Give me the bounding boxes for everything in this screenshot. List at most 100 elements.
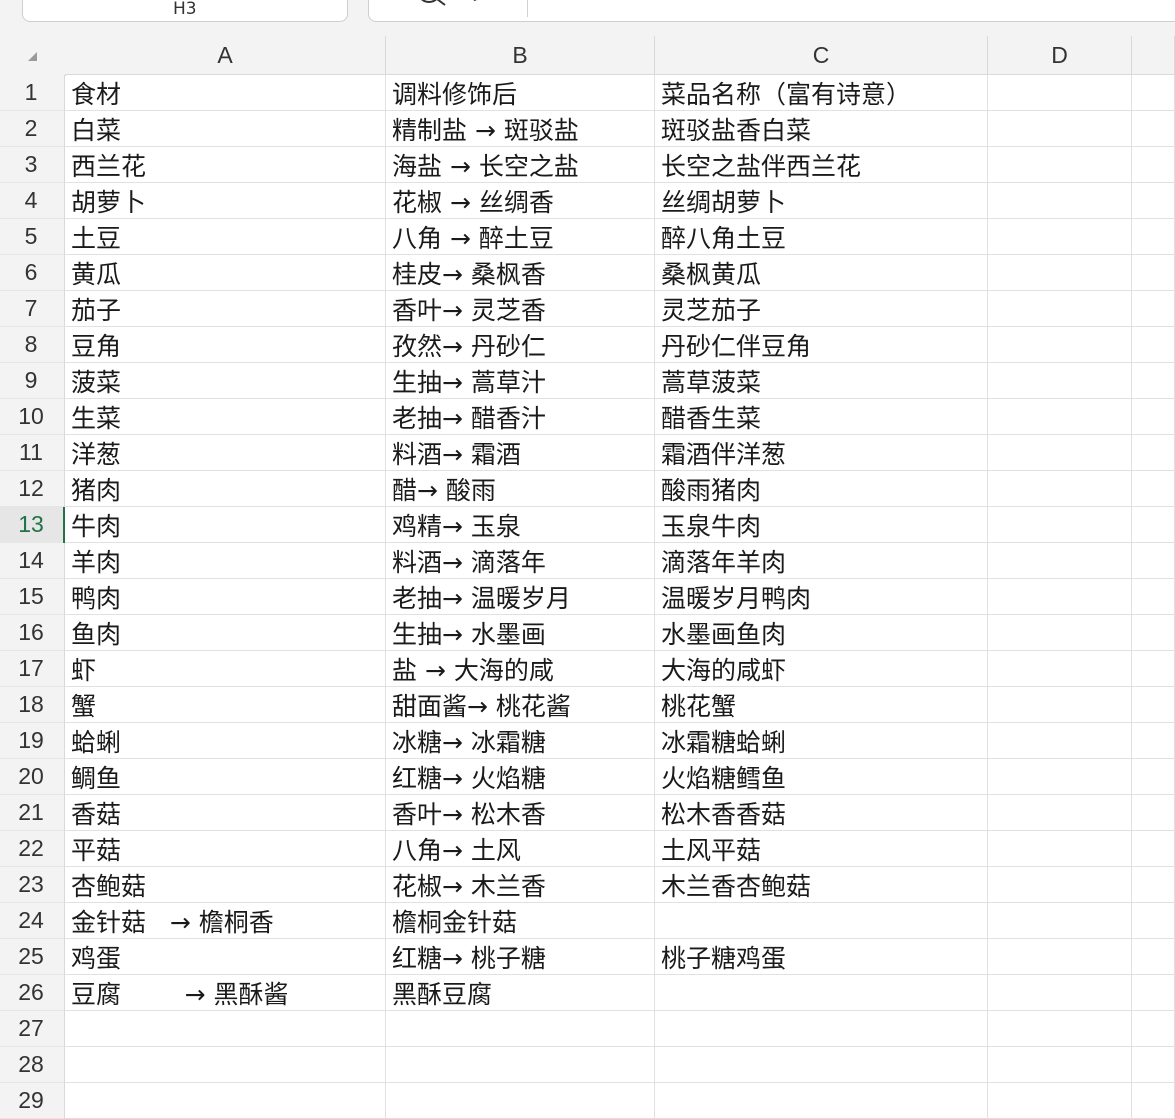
column-header-next[interactable]	[1132, 36, 1175, 75]
cell[interactable]: 豆腐 → 黑酥酱	[65, 975, 386, 1011]
cell[interactable]	[988, 111, 1132, 147]
cell[interactable]	[1132, 543, 1175, 579]
row-header[interactable]: 15	[0, 579, 65, 615]
cell[interactable]	[1132, 1083, 1175, 1119]
cell[interactable]: 老抽→ 温暖岁月	[386, 579, 655, 615]
cell[interactable]	[988, 471, 1132, 507]
cell[interactable]	[65, 1083, 386, 1119]
row-header[interactable]: 27	[0, 1011, 65, 1047]
cell[interactable]	[1132, 111, 1175, 147]
cell[interactable]	[988, 1047, 1132, 1083]
cell[interactable]: 霜酒伴洋葱	[655, 435, 988, 471]
row-header[interactable]: 17	[0, 651, 65, 687]
cell[interactable]: 香叶→ 灵芝香	[386, 291, 655, 327]
column-header-b[interactable]: B	[386, 36, 655, 75]
cell[interactable]	[988, 219, 1132, 255]
row-header[interactable]: 25	[0, 939, 65, 975]
cell[interactable]: 生抽→ 蒿草汁	[386, 363, 655, 399]
cell[interactable]: 长空之盐伴西兰花	[655, 147, 988, 183]
cell[interactable]	[1132, 399, 1175, 435]
cell[interactable]	[1132, 219, 1175, 255]
formula-bar[interactable]: fx	[368, 0, 1175, 22]
cell[interactable]: 金针菇 → 檐桐香	[65, 903, 386, 939]
cell[interactable]	[1132, 327, 1175, 363]
cell[interactable]: 黄瓜	[65, 255, 386, 291]
cell[interactable]	[1132, 831, 1175, 867]
cell[interactable]: 桂皮→ 桑枫香	[386, 255, 655, 291]
cell[interactable]	[988, 363, 1132, 399]
cell[interactable]	[988, 975, 1132, 1011]
cell[interactable]: 红糖→ 桃子糖	[386, 939, 655, 975]
cell[interactable]	[988, 255, 1132, 291]
cell[interactable]: 黑酥豆腐	[386, 975, 655, 1011]
cell[interactable]	[988, 939, 1132, 975]
row-header[interactable]: 29	[0, 1083, 65, 1119]
cell[interactable]: 料酒→ 滴落年	[386, 543, 655, 579]
cell[interactable]: 醋→ 酸雨	[386, 471, 655, 507]
cell[interactable]: 桑枫黄瓜	[655, 255, 988, 291]
cell[interactable]: 大海的咸虾	[655, 651, 988, 687]
name-box[interactable]: H3	[22, 0, 348, 22]
cell[interactable]	[1132, 723, 1175, 759]
cell[interactable]	[988, 183, 1132, 219]
cell[interactable]	[386, 1011, 655, 1047]
cell[interactable]	[1132, 147, 1175, 183]
cell[interactable]	[988, 507, 1132, 543]
cell[interactable]	[988, 831, 1132, 867]
cell[interactable]	[1132, 867, 1175, 903]
cell[interactable]: 洋葱	[65, 435, 386, 471]
row-header[interactable]: 26	[0, 975, 65, 1011]
cell[interactable]: 蟹	[65, 687, 386, 723]
row-header[interactable]: 16	[0, 615, 65, 651]
cell[interactable]: 温暖岁月鸭肉	[655, 579, 988, 615]
cell[interactable]	[655, 1083, 988, 1119]
cell[interactable]: 红糖→ 火焰糖	[386, 759, 655, 795]
cell[interactable]	[655, 1047, 988, 1083]
cell[interactable]: 花椒→ 木兰香	[386, 867, 655, 903]
cell[interactable]: 八角 → 醉土豆	[386, 219, 655, 255]
cell[interactable]	[655, 975, 988, 1011]
cell[interactable]: 冰霜糖蛤蜊	[655, 723, 988, 759]
cell[interactable]: 酸雨猪肉	[655, 471, 988, 507]
cell[interactable]	[1132, 1011, 1175, 1047]
cell[interactable]	[988, 291, 1132, 327]
cell[interactable]: 牛肉	[65, 507, 386, 543]
cell[interactable]	[386, 1083, 655, 1119]
cell[interactable]	[988, 435, 1132, 471]
cell[interactable]: 食材	[65, 75, 386, 111]
cell[interactable]	[988, 615, 1132, 651]
cell[interactable]: 滴落年羊肉	[655, 543, 988, 579]
cell[interactable]: 土豆	[65, 219, 386, 255]
row-header[interactable]: 28	[0, 1047, 65, 1083]
cell[interactable]: 料酒→ 霜酒	[386, 435, 655, 471]
cell[interactable]: 醉八角土豆	[655, 219, 988, 255]
cell[interactable]: 蛤蜊	[65, 723, 386, 759]
cell[interactable]	[1132, 579, 1175, 615]
cell[interactable]: 虾	[65, 651, 386, 687]
cell[interactable]	[988, 75, 1132, 111]
cell[interactable]: 杏鲍菇	[65, 867, 386, 903]
row-header[interactable]: 13	[0, 507, 65, 543]
cell[interactable]	[988, 723, 1132, 759]
row-header[interactable]: 5	[0, 219, 65, 255]
cell[interactable]: 鸡精→ 玉泉	[386, 507, 655, 543]
row-header[interactable]: 14	[0, 543, 65, 579]
cell[interactable]: 菜品名称（富有诗意）	[655, 75, 988, 111]
cell[interactable]	[1132, 759, 1175, 795]
cell[interactable]	[988, 399, 1132, 435]
cell[interactable]: 茄子	[65, 291, 386, 327]
cell[interactable]: 盐 → 大海的咸	[386, 651, 655, 687]
column-header-d[interactable]: D	[988, 36, 1132, 75]
cell[interactable]	[988, 903, 1132, 939]
row-header[interactable]: 20	[0, 759, 65, 795]
cell[interactable]: 鱼肉	[65, 615, 386, 651]
cell[interactable]	[1132, 687, 1175, 723]
cell[interactable]: 甜面酱→ 桃花酱	[386, 687, 655, 723]
cell[interactable]: 西兰花	[65, 147, 386, 183]
column-header-c[interactable]: C	[655, 36, 988, 75]
cell[interactable]: 水墨画鱼肉	[655, 615, 988, 651]
cell[interactable]	[988, 795, 1132, 831]
cell[interactable]	[655, 1011, 988, 1047]
cell[interactable]: 胡萝卜	[65, 183, 386, 219]
cell[interactable]: 平菇	[65, 831, 386, 867]
